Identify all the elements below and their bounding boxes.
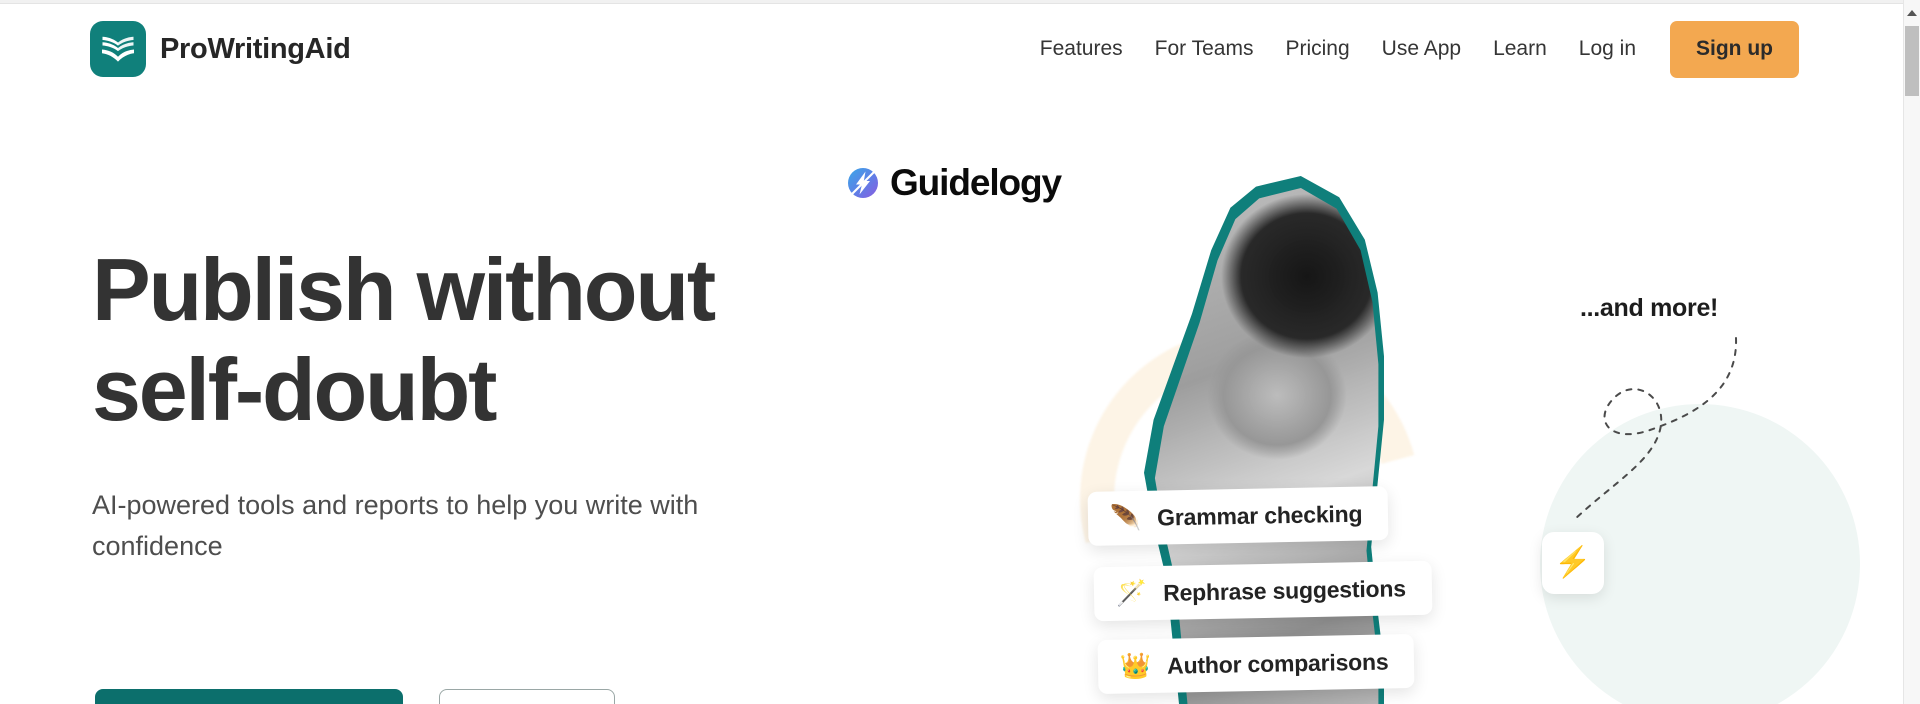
feature-chip-author-comparisons[interactable]: 👑 Author comparisons <box>1097 633 1415 695</box>
main-navigation: Features For Teams Pricing Use App Learn… <box>1024 20 1799 78</box>
open-book-icon <box>90 21 146 77</box>
feature-chip-label: Grammar checking <box>1156 500 1363 531</box>
hero-cta-group: Get started free See plans <box>95 689 615 704</box>
hero-portrait-photo <box>1128 176 1448 704</box>
nav-item-use-app[interactable]: Use App <box>1366 21 1477 77</box>
scroll-up-arrow-icon[interactable] <box>1904 4 1920 22</box>
vertical-scrollbar[interactable] <box>1903 0 1920 704</box>
nav-item-learn[interactable]: Learn <box>1477 21 1563 77</box>
hero-title: Publish without self-doubt <box>92 240 872 441</box>
brand-name: ProWritingAid <box>160 32 351 65</box>
nav-item-log-in[interactable]: Log in <box>1563 21 1652 77</box>
feature-chip-label: Author comparisons <box>1166 647 1389 679</box>
crown-icon: 👑 <box>1119 651 1152 681</box>
feature-chip-label: Rephrase suggestions <box>1162 574 1407 606</box>
hero-artwork: ...and more! ⚡ 🪶 Grammar checking 🪄 Reph… <box>1017 154 1860 704</box>
nav-item-for-teams[interactable]: For Teams <box>1139 21 1270 77</box>
magic-wand-icon: 🪄 <box>1115 578 1148 608</box>
get-started-button[interactable]: Get started free <box>95 689 403 704</box>
nav-item-features[interactable]: Features <box>1024 21 1139 77</box>
feature-chip-grammar-checking[interactable]: 🪶 Grammar checking <box>1087 486 1389 546</box>
lightning-bolt-icon: ⚡ <box>1542 532 1604 594</box>
and-more-annotation: ...and more! <box>1580 294 1719 322</box>
hero-title-line-2: self-doubt <box>92 340 497 440</box>
site-header: ProWritingAid Features For Teams Pricing… <box>0 4 1902 92</box>
see-plans-button[interactable]: See plans <box>439 689 615 704</box>
nav-item-pricing[interactable]: Pricing <box>1269 21 1365 77</box>
hero-subtitle: AI-powered tools and reports to help you… <box>92 489 699 561</box>
hero-title-line-1: Publish without <box>92 240 716 339</box>
lightning-bolt-circle-icon <box>845 165 881 201</box>
portrait-grayscale-image <box>1154 188 1379 704</box>
brand-home-link[interactable]: ProWritingAid <box>90 21 351 77</box>
feature-chip-rephrase-suggestions[interactable]: 🪄 Rephrase suggestions <box>1093 560 1433 622</box>
web-page: ProWritingAid Features For Teams Pricing… <box>0 4 1902 704</box>
sign-up-button[interactable]: Sign up <box>1670 20 1799 78</box>
scroll-thumb[interactable] <box>1905 26 1919 96</box>
browser-viewport: ProWritingAid Features For Teams Pricing… <box>0 0 1920 704</box>
feather-icon: 🪶 <box>1109 503 1142 532</box>
hero-copy: Publish without self-doubt AI-powered to… <box>92 240 872 567</box>
